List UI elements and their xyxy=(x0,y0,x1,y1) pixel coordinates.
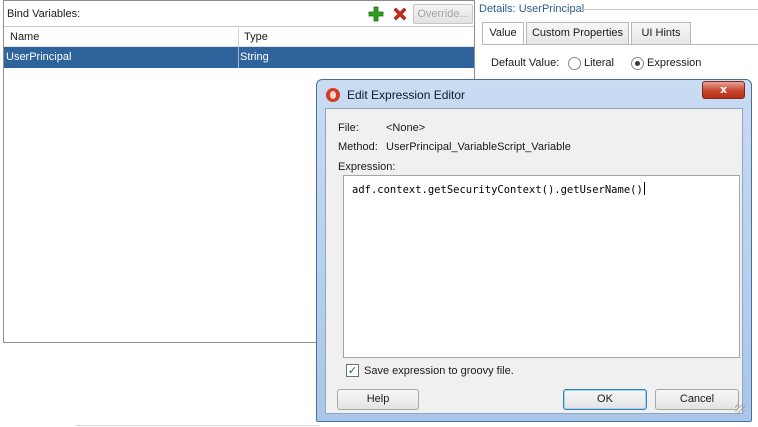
app-logo-icon xyxy=(326,88,340,102)
cancel-button[interactable]: Cancel xyxy=(655,389,739,410)
help-button[interactable]: Help xyxy=(337,389,419,410)
radio-expression[interactable] xyxy=(631,57,644,70)
table-row[interactable]: UserPrincipal String xyxy=(4,47,474,68)
details-title: Details: UserPrincipal xyxy=(479,3,585,15)
checkmark-icon: ✓ xyxy=(347,364,358,377)
radio-literal[interactable] xyxy=(568,57,581,70)
save-groovy-checkbox[interactable]: ✓ xyxy=(346,364,359,377)
column-header-name[interactable]: Name xyxy=(10,31,39,43)
background-divider xyxy=(76,425,320,426)
file-value: <None> xyxy=(386,122,426,134)
radio-selected-dot xyxy=(635,61,640,66)
expression-textarea[interactable]: adf.context.getSecurityContext().getUser… xyxy=(343,175,740,358)
tab-strip-line xyxy=(482,44,758,45)
expression-value: adf.context.getSecurityContext().getUser… xyxy=(352,184,643,196)
plus-icon[interactable] xyxy=(368,6,384,22)
tab-ui-hints[interactable]: UI Hints xyxy=(631,22,691,44)
details-divider xyxy=(579,9,758,10)
method-label: Method: xyxy=(338,141,378,153)
radio-expression-label[interactable]: Expression xyxy=(647,57,701,69)
resize-grip-icon[interactable] xyxy=(735,404,745,414)
bind-variables-table-header: Name Type xyxy=(4,28,474,47)
cell-name: UserPrincipal xyxy=(6,51,72,63)
edit-expression-dialog: Edit Expression Editor x File: <None> Me… xyxy=(316,79,752,422)
delete-x-icon[interactable] xyxy=(392,6,408,22)
close-button[interactable]: x xyxy=(702,81,745,99)
expression-label: Expression: xyxy=(338,161,396,173)
cell-divider xyxy=(238,47,239,68)
default-value-label: Default Value: xyxy=(491,57,560,69)
column-divider xyxy=(238,28,239,47)
text-caret xyxy=(643,182,645,195)
bind-variables-header: Bind Variables: Override... xyxy=(4,1,474,27)
tab-value[interactable]: Value xyxy=(482,22,524,45)
tab-custom-properties[interactable]: Custom Properties xyxy=(526,22,629,44)
bind-variables-title: Bind Variables: xyxy=(7,8,81,20)
column-header-type[interactable]: Type xyxy=(244,31,268,43)
dialog-title: Edit Expression Editor xyxy=(347,88,466,102)
expression-text: adf.context.getSecurityContext().getUser… xyxy=(352,182,645,196)
method-value: UserPrincipal_VariableScript_Variable xyxy=(386,141,571,153)
save-groovy-label[interactable]: Save expression to groovy file. xyxy=(364,365,514,377)
file-label: File: xyxy=(338,122,359,134)
dialog-body: File: <None> Method: UserPrincipal_Varia… xyxy=(325,108,743,414)
radio-literal-label[interactable]: Literal xyxy=(584,57,614,69)
ok-button[interactable]: OK xyxy=(563,389,647,410)
dialog-title-bar[interactable]: Edit Expression Editor x xyxy=(317,80,751,108)
override-button[interactable]: Override... xyxy=(413,4,473,24)
cell-type: String xyxy=(240,51,269,63)
